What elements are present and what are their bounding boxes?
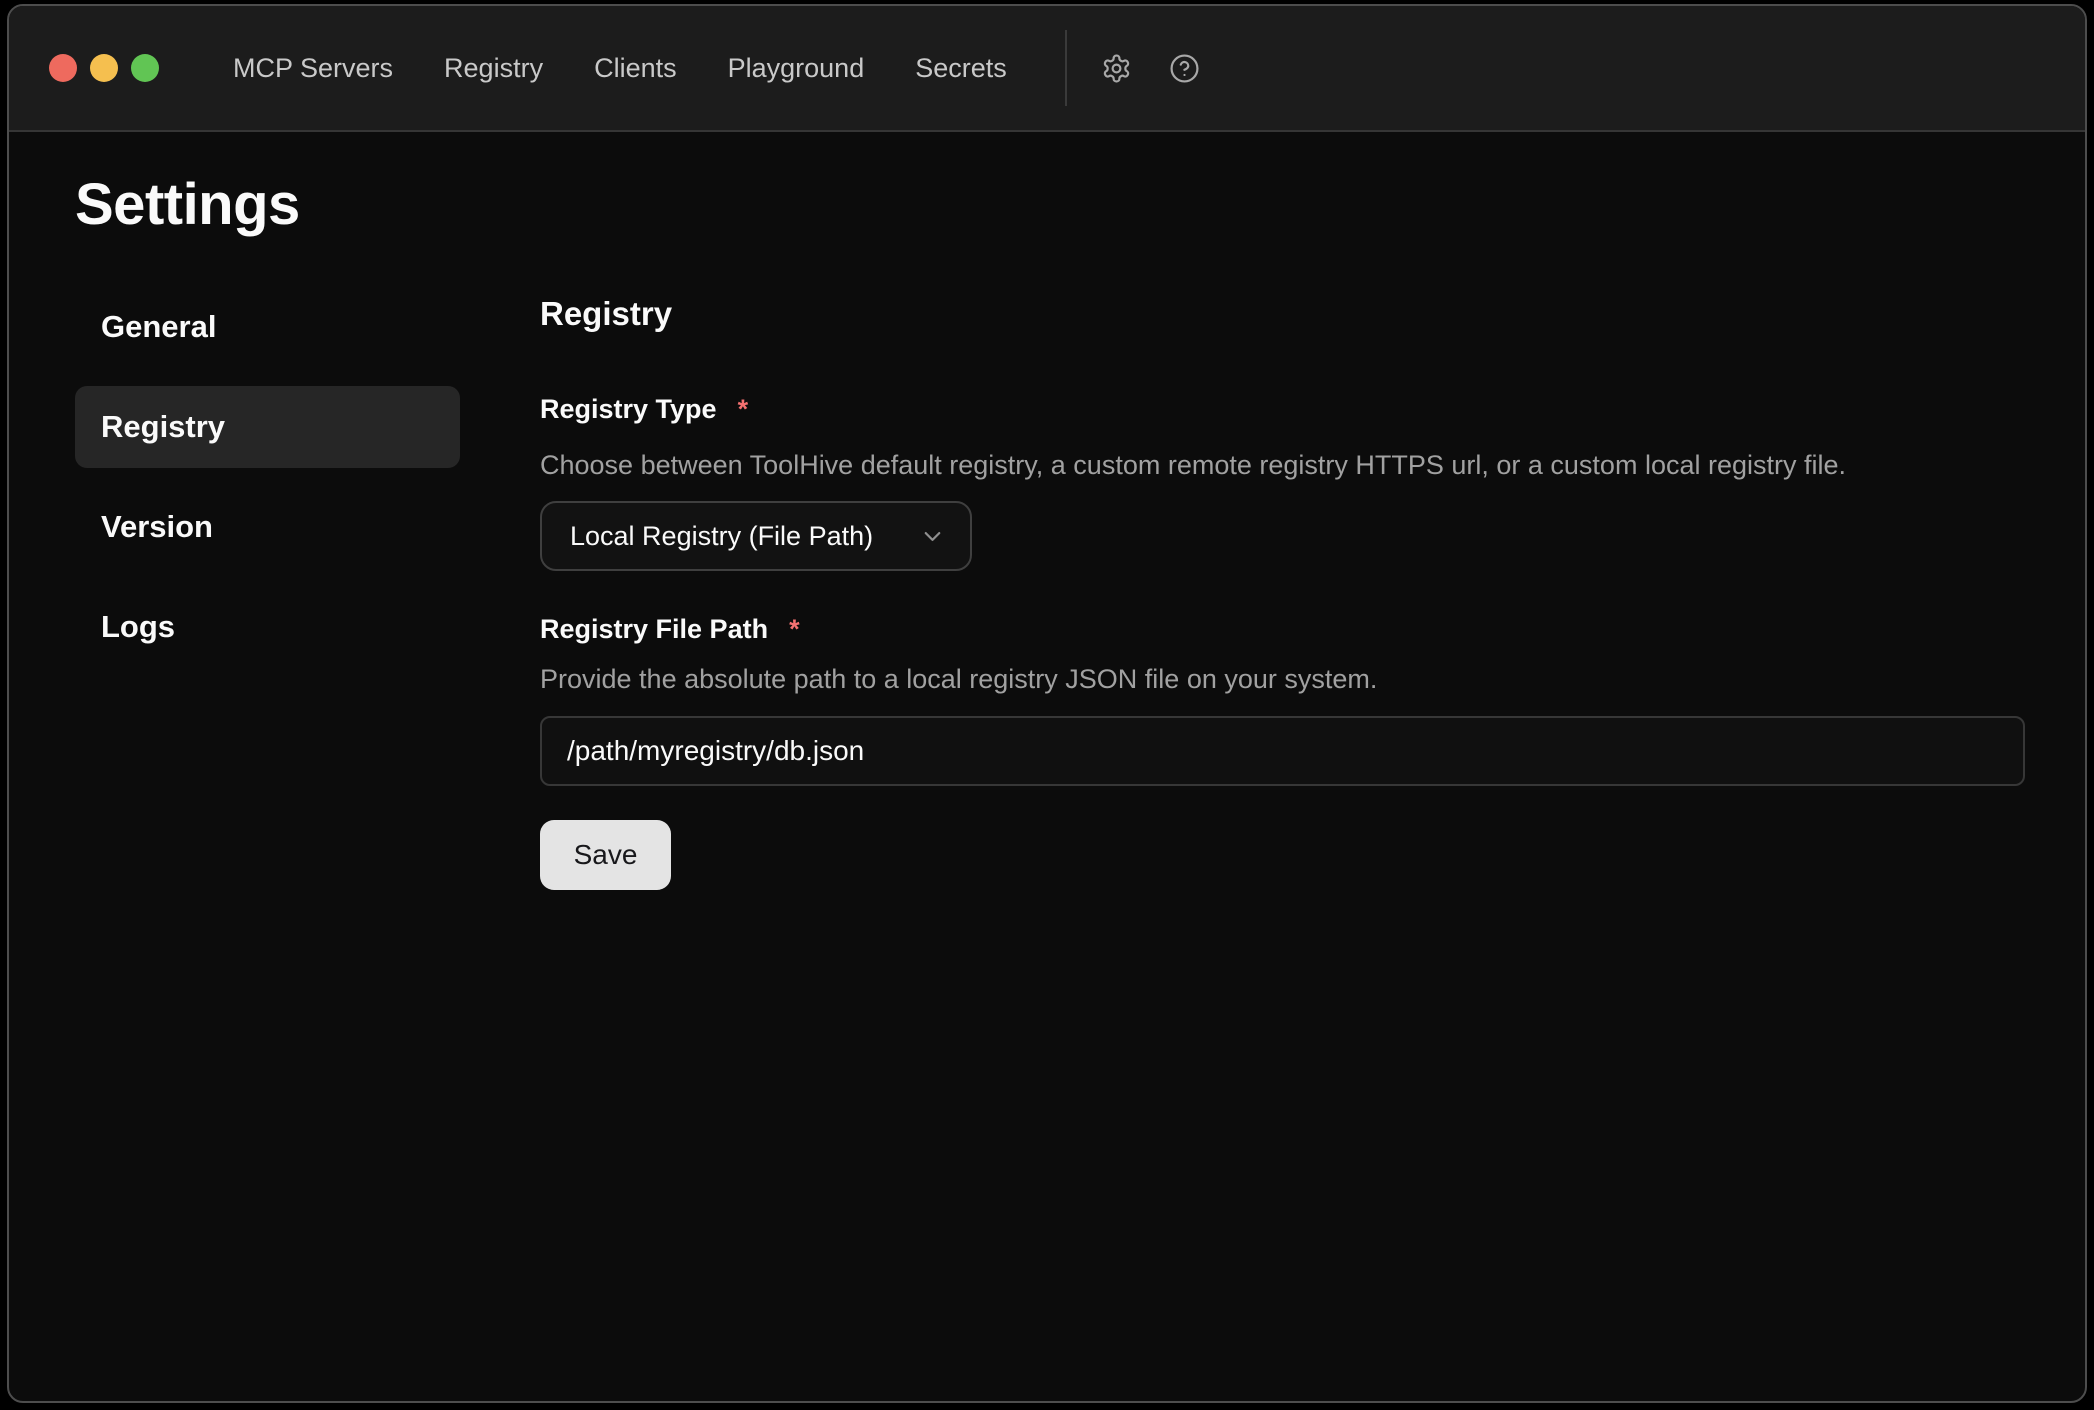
sidebar-item-registry[interactable]: Registry <box>75 386 460 468</box>
save-button[interactable]: Save <box>540 820 671 890</box>
nav-item-registry[interactable]: Registry <box>444 55 543 82</box>
section-heading: Registry <box>540 294 2025 334</box>
registry-file-path-input[interactable] <box>540 716 2025 786</box>
zoom-button[interactable] <box>131 54 159 82</box>
required-asterisk: * <box>789 614 800 644</box>
settings-page: Settings General Registry Version Logs R… <box>9 132 2085 890</box>
settings-gear-icon[interactable] <box>1101 53 1132 84</box>
window-controls <box>49 54 159 82</box>
app-window: MCP Servers Registry Clients Playground … <box>7 4 2087 1403</box>
registry-type-description: Choose between ToolHive default registry… <box>540 450 2025 481</box>
close-button[interactable] <box>49 54 77 82</box>
nav-item-playground[interactable]: Playground <box>728 55 865 82</box>
required-asterisk: * <box>738 394 749 424</box>
sidebar-item-version[interactable]: Version <box>75 486 460 568</box>
registry-file-path-description: Provide the absolute path to a local reg… <box>540 664 2025 695</box>
sidebar-item-label: Registry <box>101 409 225 445</box>
title-bar: MCP Servers Registry Clients Playground … <box>9 6 2085 132</box>
registry-type-label: Registry Type * <box>540 394 2025 424</box>
settings-sidebar: General Registry Version Logs <box>75 286 460 890</box>
minimize-button[interactable] <box>90 54 118 82</box>
nav-item-secrets[interactable]: Secrets <box>915 55 1007 82</box>
nav-item-mcp-servers[interactable]: MCP Servers <box>233 55 393 82</box>
registry-file-path-label: Registry File Path * <box>540 614 2025 644</box>
help-icon[interactable] <box>1169 53 1200 84</box>
registry-settings-panel: Registry Registry Type * Choose between … <box>540 286 2025 890</box>
nav-divider <box>1065 30 1067 106</box>
sidebar-item-general[interactable]: General <box>75 286 460 368</box>
nav-item-clients[interactable]: Clients <box>594 55 677 82</box>
top-nav: MCP Servers Registry Clients Playground … <box>233 55 1007 82</box>
page-title: Settings <box>75 170 2085 240</box>
sidebar-item-label: General <box>101 309 216 345</box>
chevron-down-icon <box>919 523 946 550</box>
sidebar-item-label: Version <box>101 509 213 545</box>
sidebar-item-logs[interactable]: Logs <box>75 586 460 668</box>
sidebar-item-label: Logs <box>101 609 175 645</box>
registry-type-selected-value: Local Registry (File Path) <box>570 521 873 552</box>
registry-type-select[interactable]: Local Registry (File Path) <box>540 501 972 571</box>
